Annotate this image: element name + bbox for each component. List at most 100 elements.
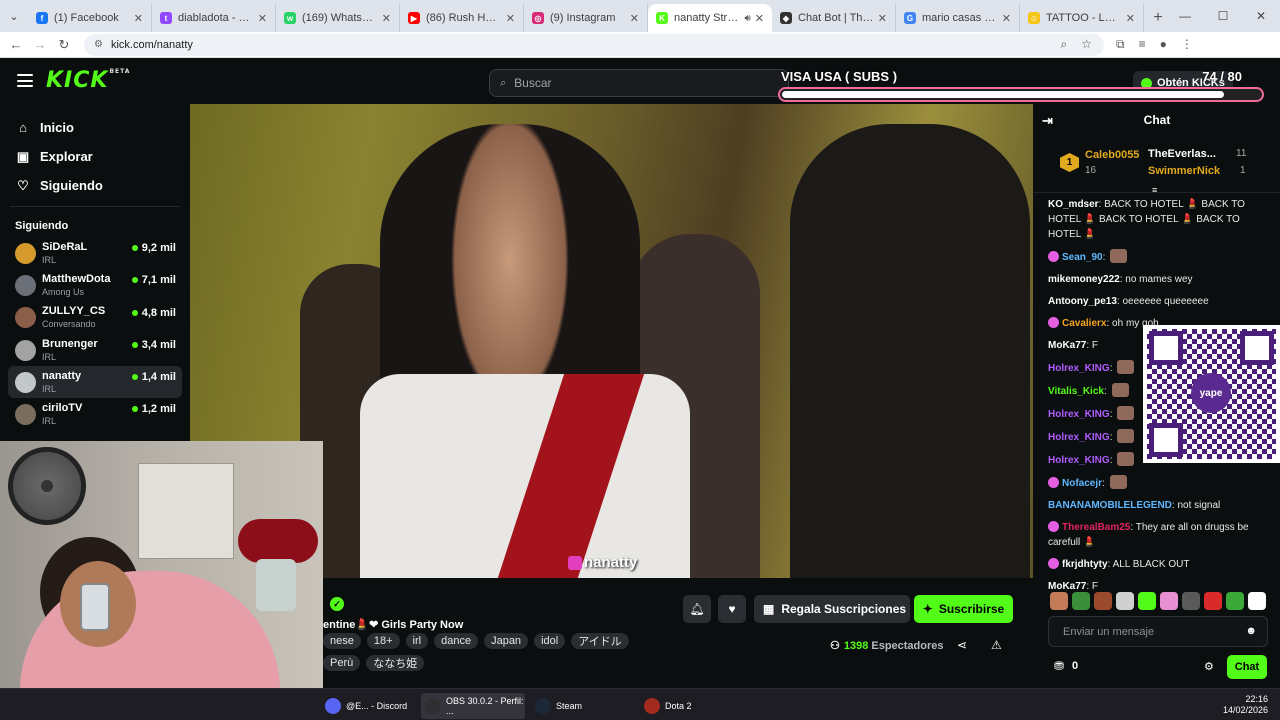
chat-username[interactable]: Holrex_KING [1048, 432, 1110, 443]
close-tab-icon[interactable]: ✕ [506, 12, 515, 25]
browser-menu-icon[interactable]: ⋮ [1181, 37, 1193, 52]
stream-tag[interactable]: 18+ [366, 633, 400, 649]
quick-emote-icon[interactable] [1138, 592, 1156, 610]
stream-tag[interactable]: dance [434, 633, 479, 649]
profile-icon[interactable]: ● [1160, 37, 1167, 52]
stream-tag[interactable]: idol [534, 633, 566, 649]
forward-icon[interactable]: → [28, 32, 52, 58]
followed-channel[interactable]: ciriloTV IRL 1,2 mil [0, 398, 182, 430]
search-input[interactable]: ⌕ Buscar [489, 69, 789, 97]
chat-username[interactable]: Cavalierx [1062, 318, 1106, 329]
followed-channel[interactable]: ZULLYY_CS Conversando 4,8 mil [0, 302, 182, 334]
close-tab-icon[interactable]: ✕ [382, 12, 391, 25]
browser-tab[interactable]: ☺ TATTOO - La Unica Te ✕ [1020, 4, 1144, 32]
send-chat-button[interactable]: Chat [1227, 655, 1267, 679]
chat-username[interactable]: Sean_90 [1062, 252, 1103, 263]
chat-username[interactable]: mikemoney222 [1048, 274, 1120, 285]
chat-username[interactable]: MoKa77 [1048, 340, 1086, 351]
followed-channel[interactable]: Brunenger IRL 3,4 mil [0, 334, 182, 366]
gift-subs-button[interactable]: ▦ Regala Suscripciones [754, 595, 910, 623]
stream-tag[interactable]: nese [323, 633, 361, 649]
browser-tab[interactable]: t diabladota - Twitch ✕ [152, 4, 276, 32]
reload-icon[interactable]: ↻ [52, 32, 76, 58]
leader-1-name[interactable]: Caleb0055 [1085, 149, 1139, 161]
back-icon[interactable]: ← [4, 32, 28, 58]
chat-username[interactable]: Vitalis_Kick [1048, 386, 1104, 397]
stream-tag[interactable]: アイドル [571, 633, 629, 649]
kicks-wallet-icon[interactable]: ⛃ [1054, 659, 1064, 673]
menu-icon[interactable] [17, 74, 33, 87]
sidebar-item-siguiendo[interactable]: ♡ Siguiendo [0, 171, 190, 200]
kick-logo[interactable]: KICKBETA [46, 68, 130, 93]
chat-input[interactable]: Enviar un mensaje ☻ [1048, 616, 1268, 647]
minimize-icon[interactable]: — [1166, 0, 1204, 32]
quick-emote-icon[interactable] [1226, 592, 1244, 610]
chat-settings-icon[interactable]: ⚙ [1204, 660, 1214, 673]
chat-username[interactable]: TherealBam25 [1062, 522, 1130, 533]
browser-tab[interactable]: ▶ (86) Rush Hour throu ✕ [400, 4, 524, 32]
zoom-icon[interactable]: ⌕ [1061, 37, 1068, 52]
site-info-icon[interactable]: ⚙ [94, 39, 103, 50]
chat-username[interactable]: BANANAMOBILELEGEND [1048, 500, 1172, 511]
chat-username[interactable]: fkrjdhtyty [1062, 559, 1108, 570]
browser-tab[interactable]: Knanatty Stream 🔊︎ ✕ [648, 4, 772, 32]
stream-tag[interactable]: Perù [323, 655, 361, 671]
leader-2-name[interactable]: TheEverlas... [1148, 148, 1244, 160]
quick-emote-icon[interactable] [1182, 592, 1200, 610]
collapse-chat-icon[interactable]: ⇥ [1042, 113, 1053, 129]
stream-tag[interactable]: irl [405, 633, 429, 649]
chat-username[interactable]: Holrex_KING [1048, 363, 1110, 374]
followed-channel[interactable]: MatthewDota Among Us 7,1 mil [0, 269, 182, 301]
quick-emote-icon[interactable] [1160, 592, 1178, 610]
chat-username[interactable]: Nofacejr [1062, 478, 1102, 489]
close-window-icon[interactable]: ✕ [1242, 0, 1280, 32]
close-tab-icon[interactable]: ✕ [755, 12, 764, 25]
close-tab-icon[interactable]: ✕ [134, 12, 143, 25]
browser-tab[interactable]: ◆ Chat Bot | The best C ✕ [772, 4, 896, 32]
chat-username[interactable]: Holrex_KING [1048, 455, 1110, 466]
sidebar-item-explorar[interactable]: ▣ Explorar [0, 142, 190, 171]
extensions-icon[interactable]: ⧉ [1116, 37, 1125, 52]
sidebar-item-inicio[interactable]: ⌂ Inicio [0, 113, 190, 142]
taskbar-app[interactable]: @E... - Discord [321, 693, 417, 719]
notification-bell-button[interactable]: 🔔︎ [683, 595, 711, 623]
report-icon[interactable]: ⚠ [991, 638, 1002, 652]
emoji-picker-icon[interactable]: ☻ [1245, 625, 1257, 637]
bookmark-star-icon[interactable]: ☆ [1081, 37, 1092, 52]
browser-tab[interactable]: ◎ (9) Instagram ✕ [524, 4, 648, 32]
tab-search-icon[interactable]: ⌄ [0, 0, 28, 32]
maximize-icon[interactable]: ☐ [1204, 0, 1242, 32]
quick-emote-icon[interactable] [1094, 592, 1112, 610]
browser-tab[interactable]: w (169) WhatsApp ✕ [276, 4, 400, 32]
system-clock[interactable]: 22:16 14/02/2026 [1223, 694, 1268, 716]
close-tab-icon[interactable]: ✕ [630, 12, 639, 25]
stream-tag[interactable]: ななち姫 [366, 655, 425, 671]
followed-channel[interactable]: SiDeRaL IRL 9,2 mil [0, 237, 182, 269]
close-tab-icon[interactable]: ✕ [1002, 12, 1011, 25]
media-control-icon[interactable]: ≡ [1139, 37, 1146, 52]
chat-username[interactable]: KO_mdser [1048, 199, 1099, 210]
quick-emote-icon[interactable] [1050, 592, 1068, 610]
stream-tag[interactable]: Japan [484, 633, 529, 649]
followed-channel[interactable]: nanatty IRL 1,4 mil [8, 366, 182, 399]
url-field[interactable]: ⚙ kick.com/nanatty ⌕ ☆ [84, 33, 1104, 56]
browser-tab[interactable]: Gmario casas 2026 - B ✕ [896, 4, 1020, 32]
close-tab-icon[interactable]: ✕ [1126, 12, 1135, 25]
chat-username[interactable]: Holrex_KING [1048, 409, 1110, 420]
close-tab-icon[interactable]: ✕ [878, 12, 887, 25]
quick-emote-icon[interactable] [1204, 592, 1222, 610]
quick-emote-icon[interactable] [1072, 592, 1090, 610]
subscribe-button[interactable]: ✦ Suscribirse [914, 595, 1013, 623]
audio-playing-icon[interactable]: 🔊︎ [744, 13, 750, 24]
quick-emote-icon[interactable] [1248, 592, 1266, 610]
follow-heart-button[interactable]: ♥ [718, 595, 746, 623]
leader-3-name[interactable]: SwimmerNick [1148, 165, 1220, 177]
close-tab-icon[interactable]: ✕ [258, 12, 267, 25]
taskbar-app[interactable]: Steam [531, 693, 627, 719]
chat-username[interactable]: Antoony_pe13 [1048, 296, 1117, 307]
browser-tab[interactable]: f (1) Facebook ✕ [28, 4, 152, 32]
taskbar-app[interactable]: OBS 30.0.2 - Perfil: ... [421, 693, 525, 719]
quick-emote-icon[interactable] [1116, 592, 1134, 610]
taskbar-app[interactable]: Dota 2 [640, 693, 736, 719]
share-icon[interactable]: ⋖ [957, 638, 967, 652]
